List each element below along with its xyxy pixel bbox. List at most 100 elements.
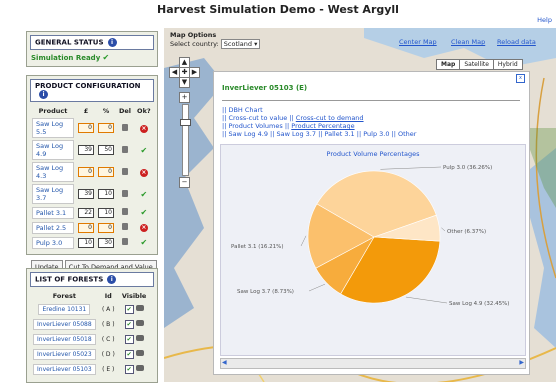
info-icon[interactable]: i: [39, 90, 48, 99]
forests-table-header: Forest Id Visible: [30, 290, 150, 302]
zoom-out-button[interactable]: −: [179, 177, 190, 188]
app-title: Harvest Simulation Demo - West Argyll: [157, 3, 399, 16]
general-status-heading-text: GENERAL STATUS: [35, 38, 104, 47]
popup-link[interactable]: Product Volumes: [228, 122, 282, 130]
product-name[interactable]: Pallet 3.1: [32, 206, 74, 219]
percent-input[interactable]: 50: [98, 145, 114, 155]
product-table-body: Saw Log 5.5 0 0 × Saw Log 4.9 39 50 ✔ Saw Log 4.…: [30, 117, 154, 250]
product-name[interactable]: Saw Log 4.3: [32, 162, 74, 182]
pan-down-button[interactable]: ▼: [179, 77, 190, 88]
trash-icon[interactable]: [122, 167, 129, 175]
col-visible: Visible: [121, 292, 147, 300]
product-name[interactable]: Saw Log 5.5: [32, 118, 74, 138]
trash-icon[interactable]: [122, 123, 129, 131]
binoculars-icon[interactable]: [135, 365, 144, 371]
visible-cell: ✔: [118, 302, 151, 317]
product-name[interactable]: Saw Log 3.7: [32, 184, 74, 204]
forest-info-window: x InverLiever 05103 (E) || DBH Chart || C…: [213, 71, 530, 375]
info-icon[interactable]: i: [107, 38, 117, 47]
binoculars-icon[interactable]: [135, 335, 144, 341]
ok-cell: ✔: [134, 183, 154, 205]
popup-link[interactable]: Other: [398, 130, 416, 138]
map-type-switcher: Map Satellite Hybrid: [436, 59, 523, 70]
visible-checkbox[interactable]: ✔: [124, 350, 134, 359]
forest-name[interactable]: Eredine 10131: [38, 304, 91, 315]
product-name[interactable]: Pallet 2.5: [32, 221, 74, 234]
forests-heading: LIST OF FORESTS i: [30, 272, 154, 287]
product-name-cell: Pulp 3.0: [30, 235, 76, 250]
zoom-slider[interactable]: [180, 104, 191, 176]
popup-link[interactable]: DBH Chart: [228, 106, 262, 114]
product-name-cell: Pallet 3.1: [30, 205, 76, 220]
price-input[interactable]: 0: [78, 222, 94, 233]
forest-name[interactable]: InverLiever 05103: [33, 364, 96, 375]
price-input[interactable]: 10: [78, 237, 94, 248]
visible-checkbox[interactable]: ✔: [124, 365, 134, 374]
map-options: Map Options Select country: Scotland ▾: [170, 31, 261, 49]
forest-name[interactable]: InverLiever 05023: [33, 349, 96, 360]
popup-link[interactable]: Pallet 3.1: [325, 130, 355, 138]
country-select[interactable]: Scotland ▾: [220, 39, 261, 49]
binoculars-icon[interactable]: [135, 305, 144, 311]
popup-link[interactable]: Saw Log 3.7: [276, 130, 316, 138]
map-type-map[interactable]: Map: [436, 59, 461, 70]
percent-input[interactable]: 0: [98, 123, 114, 133]
visible-checkbox[interactable]: ✔: [124, 335, 134, 344]
percent-input[interactable]: 0: [98, 222, 114, 233]
zoom-in-button[interactable]: +: [179, 92, 190, 103]
forests-heading-text: LIST OF FORESTS: [35, 275, 104, 284]
trash-icon[interactable]: [122, 223, 129, 230]
scroll-right-icon[interactable]: ▶: [519, 359, 524, 366]
popup-link[interactable]: Pulp 3.0: [363, 130, 389, 138]
price-input[interactable]: 0: [78, 167, 94, 177]
popup-divider: [222, 100, 520, 101]
forest-id: ( E ): [102, 366, 115, 373]
scroll-left-icon[interactable]: ◀: [222, 359, 227, 366]
popup-link[interactable]: Cross-cut to demand: [296, 114, 364, 122]
price-input[interactable]: 0: [78, 123, 94, 133]
binoculars-icon[interactable]: [135, 350, 144, 356]
trash-icon[interactable]: [122, 189, 129, 197]
popup-links: || DBH Chart || Cross-cut to value || Cro…: [222, 106, 416, 138]
price-cell: 0: [76, 161, 96, 183]
trash-icon[interactable]: [122, 208, 129, 215]
center-map-link[interactable]: Center Map: [399, 38, 437, 46]
price-input[interactable]: 39: [78, 189, 94, 199]
help-link[interactable]: Help: [537, 16, 552, 24]
trash-icon[interactable]: [122, 145, 129, 153]
pie-leader-line: [300, 235, 307, 247]
percent-input[interactable]: 10: [98, 207, 114, 218]
visible-cell: ✔: [118, 332, 151, 347]
pan-right-button[interactable]: ▶: [189, 67, 200, 78]
map-type-hybrid[interactable]: Hybrid: [492, 59, 523, 70]
ok-cell: ✔: [134, 235, 154, 250]
close-icon[interactable]: x: [516, 74, 525, 83]
delete-cell: [116, 220, 134, 235]
product-name[interactable]: Pulp 3.0: [32, 236, 74, 249]
popup-link[interactable]: Cross-cut to value: [228, 114, 287, 122]
forest-name[interactable]: InverLiever 05088: [33, 319, 96, 330]
price-input[interactable]: 39: [78, 145, 94, 155]
binoculars-icon[interactable]: [135, 320, 144, 326]
percent-input[interactable]: 0: [98, 167, 114, 177]
zoom-slider-handle[interactable]: [180, 119, 191, 126]
trash-icon[interactable]: [122, 238, 129, 245]
error-icon: ×: [139, 124, 148, 133]
forest-name[interactable]: InverLiever 05018: [33, 334, 96, 345]
map-type-satellite[interactable]: Satellite: [459, 59, 494, 70]
popup-link[interactable]: Saw Log 4.9: [228, 130, 268, 138]
table-row: InverLiever 05018 ( C ) ✔: [30, 332, 150, 347]
product-name[interactable]: Saw Log 4.9: [32, 140, 74, 160]
info-icon[interactable]: i: [107, 275, 117, 284]
reload-data-link[interactable]: Reload data: [497, 38, 536, 46]
percent-input[interactable]: 10: [98, 189, 114, 199]
popup-link[interactable]: Product Percentage: [291, 122, 354, 130]
clean-map-link[interactable]: Clean Map: [451, 38, 485, 46]
error-icon: ×: [139, 224, 148, 232]
price-input[interactable]: 22: [78, 207, 94, 218]
forest-id: ( A ): [101, 306, 115, 313]
percent-input[interactable]: 30: [98, 237, 114, 248]
visible-checkbox[interactable]: ✔: [124, 320, 134, 329]
horizontal-scrollbar[interactable]: ◀ ▶: [220, 358, 526, 369]
visible-checkbox[interactable]: ✔: [124, 305, 134, 314]
